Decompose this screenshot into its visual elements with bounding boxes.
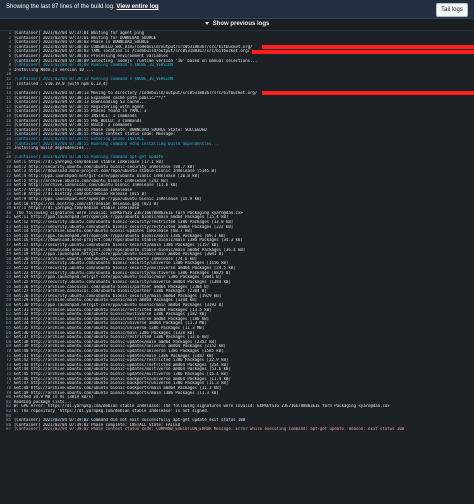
log-info-message: Showing the last 87 lines of the build l… [6, 4, 159, 10]
log-output: 1 [Container] 2021/02/04 07:37:01 Waiting… [0, 31, 474, 504]
build-log-header: Showing the last 87 lines of the build l… [0, 0, 474, 19]
log-line-text: [Container] 2021/02/04 07:38:03 Processi… [14, 54, 169, 59]
log-line-text: [Container] 2021/02/04 07:38:09 Running … [14, 63, 173, 68]
log-line-text: [Container] 2021/02/04 07:38:55 PRE_BUIL… [14, 118, 142, 123]
log-line-text: W: GPG error: https://dl.yarnpkg.com/deb… [14, 404, 390, 409]
log-line-text: Get:2 http://security.ubuntu.com/ubuntu … [14, 164, 195, 169]
log-line-text: Get:1 https://dl.yarnpkg.com/debian stab… [14, 160, 164, 165]
log-line-text: [Container] 2021/02/04 07:38:09 Selectin… [14, 58, 258, 63]
log-line-text: [Container] 2021/02/04 07:38:13 Running … [14, 77, 173, 82]
show-previous-logs-button[interactable]: Show previous logs [0, 19, 474, 31]
log-line-text: Get:25 http://security.ubuntu.com/ubuntu… [14, 279, 231, 284]
log-line-text: Get:3 https://download.mono-project.com/… [14, 169, 217, 174]
redaction-bar [252, 49, 474, 54]
log-line-text: Get:37 http://archive.ubuntu.com/ubuntu … [14, 335, 210, 340]
log-line-text: Get:29 http://archive.ubuntu.com/ubuntu … [14, 298, 198, 303]
log-line-text: Get:21 http://security.ubuntu.com/ubuntu… [14, 261, 229, 266]
log-line-text: Get:44 http://archive.ubuntu.com/ubuntu … [14, 367, 231, 372]
log-line-text: [Container] 2021/02/04 07:38:55 Register… [14, 104, 145, 109]
tail-logs-button[interactable]: Tail logs [436, 3, 468, 17]
log-line-text: Get:24 http://ppa.launchpad.net/git-core… [14, 275, 222, 280]
log-line-text: Get:20 http://archive.ubuntu.com/ubuntu … [14, 256, 198, 261]
log-line-text: [Container] 2021/02/04 07:38:55 Running … [14, 155, 164, 160]
log-line-text: Get:9 http://ppa.launchpad.net/openjdk-r… [14, 196, 202, 201]
log-line-text: The following signatures were invalid: E… [14, 210, 243, 215]
log-line-text: Get:16 https://download.mono-project.com… [14, 238, 243, 243]
log-line-text: Get:35 http://archive.ubuntu.com/ubuntu … [14, 326, 205, 330]
log-line-text: [Container] 2021/02/04 07:38:03 Phase is… [14, 40, 149, 45]
log-line-text: [Container] 2021/02/04 07:38:55 Running … [14, 141, 219, 146]
log-line-text: Get:14 http://archive.ubuntu.com/ubuntu … [14, 229, 193, 234]
log-line-text: [Container] 2021/02/04 07:38:55 INSTALL:… [14, 113, 137, 118]
log-line-text: E: The repository 'https://dl.yarnpkg.co… [14, 408, 210, 413]
log-line-text: [Container] 2021/02/04 07:38:03 YAML loc… [14, 49, 251, 54]
log-line-text: Get:5 http://archive.ubuntu.com/ubuntu b… [14, 178, 169, 183]
log-line-text: Get:36 http://archive.ubuntu.com/ubuntu … [14, 330, 195, 335]
log-line-text: Get:23 http://security.ubuntu.com/ubuntu… [14, 270, 231, 275]
log-line-text: [Container] 2021/02/04 07:37:01 Waiting … [14, 35, 157, 40]
log-line-text: Get:11 http://ppa.launchpad.net/openjdk-… [14, 215, 229, 220]
redaction-bar [262, 91, 474, 96]
log-line-text: [Container] 2021/02/04 07:39:02 Phase co… [14, 427, 405, 432]
show-previous-logs-label: Show previous logs [212, 21, 270, 27]
log-line-text: Get:40 http://archive.ubuntu.com/ubuntu … [14, 349, 224, 354]
log-line-text: [Container] 2021/02/04 07:38:55 Phase co… [14, 127, 207, 132]
log-line-text: Get:34 http://archive.ubuntu.com/ubuntu … [14, 321, 207, 326]
log-line-text: Get:13 http://security.ubuntu.com/ubuntu… [14, 224, 234, 229]
log-line-text: Get:42 http://archive.ubuntu.com/ubuntu … [14, 358, 229, 363]
line-number: 87 [6, 427, 11, 432]
log-line-text: Get:47 http://archive.ubuntu.com/ubuntu … [14, 381, 229, 386]
log-line-text: Get:8 https://dl.bintray.com/sbt/debian … [14, 192, 147, 197]
log-line-text: Get:46 http://archive.ubuntu.com/ubuntu … [14, 376, 231, 381]
log-line-text: Get:7 https://dl.bintray.com/sbt/debian … [14, 187, 133, 192]
log-line-text: Get:41 http://archive.ubuntu.com/ubuntu … [14, 353, 214, 358]
log-line-text: [Container] 2021/02/04 07:38:55 Phase co… [14, 132, 176, 137]
log-line-text: Get:43 http://archive.ubuntu.com/ubuntu … [14, 362, 229, 367]
log-line-text: [Container] 2021/02/04 07:38:55 BUILD: 3… [14, 123, 133, 128]
log-line-text: [Container] 2021/02/04 07:38:55 Entering… [14, 137, 145, 142]
log-line-text: Installing build dependencies... [14, 146, 92, 151]
log-line-text: Get:30 http://ppa.launchpad.net/git-core… [14, 302, 224, 307]
log-line-text: Get:31 http://archive.ubuntu.com/ubuntu … [14, 307, 212, 312]
log-line: 87 [Container] 2021/02/04 07:39:02 Phase … [0, 427, 474, 432]
log-line-text: installed : v10.19.0 (with npm 6.13.4) [14, 81, 108, 86]
log-line-text: Get:19 http://ppa.launchpad.net/git-core… [14, 252, 224, 257]
log-line-text: Get:12 http://security.ubuntu.com/ubuntu… [14, 219, 234, 224]
log-line-text: Get:27 http://archive.canonical.com/ubun… [14, 289, 207, 294]
log-line-text: [Container] 2021/02/04 07:38:13 Expanded… [14, 95, 166, 100]
log-line-text: Get:45 http://archive.ubuntu.com/ubuntu … [14, 372, 229, 377]
log-line-text: Get:39 http://archive.ubuntu.com/ubuntu … [14, 344, 226, 349]
log-line-text: [Container] 2021/02/04 07:38:03 CODEBUIL… [14, 44, 253, 49]
log-line-text: Get:33 http://archive.ubuntu.com/ubuntu … [14, 316, 210, 321]
log-line-text: Get:18 https://download.mono-project.com… [14, 247, 246, 252]
log-line-text: Get:28 http://security.ubuntu.com/ubuntu… [14, 293, 222, 298]
log-line-text: Installing Node.js version 10 ... [14, 67, 94, 72]
log-line-text: Err:1 https://dl.yarnpkg.com/debian stab… [14, 206, 140, 211]
log-line-text: Reading package lists... [14, 399, 72, 404]
log-line-text: Get:4 http://ppa.launchpad.net/git-core/… [14, 173, 200, 178]
log-line-text: [Container] 2021/02/04 07:39:02 Command … [14, 418, 246, 423]
log-line-text: Get:38 http://archive.ubuntu.com/ubuntu … [14, 339, 217, 344]
log-info-text: Showing the last 87 lines of the build l… [6, 4, 115, 10]
log-line-text: Get:6 http://archive.canonical.com/ubunt… [14, 183, 178, 188]
log-line-text: [Container] 2021/02/04 07:38:13 Download… [14, 100, 147, 105]
redaction-bar [262, 45, 474, 49]
log-line-text: Get:48 http://archive.ubuntu.com/ubuntu … [14, 385, 222, 390]
log-line-text: Get:26 http://archive.canonical.com/ubun… [14, 284, 210, 289]
log-line-text: [Container] 2021/02/04 07:38:55 Phases f… [14, 109, 147, 114]
log-line-text: Get:49 http://archive.ubuntu.com/ubuntu … [14, 390, 219, 395]
log-line-text: Get:32 http://archive.ubuntu.com/ubuntu … [14, 312, 207, 317]
view-entire-log-link[interactable]: View entire log [116, 4, 158, 10]
log-line-text: Get:10 https://dl.bintray.com/sbt/debian… [14, 201, 159, 206]
log-line-text: [Container] 2021/02/04 07:39:02 Phase co… [14, 422, 181, 427]
log-line-text: [Container] 2021/02/04 07:38:13 Moving t… [14, 90, 258, 95]
log-line-text: Get:17 http://security.ubuntu.com/ubuntu… [14, 243, 219, 248]
caret-down-icon [204, 21, 209, 25]
log-line-text: [Container] 2021/02/04 07:37:01 Waiting … [14, 31, 145, 35]
log-line-text: Get:22 http://security.ubuntu.com/ubuntu… [14, 266, 236, 271]
log-line-text: Get:15 http://ppa.launchpad.net/openjdk-… [14, 233, 226, 238]
log-line-text: Fetched 34.9 MB in 9s (3819 kB/s) [14, 395, 94, 400]
